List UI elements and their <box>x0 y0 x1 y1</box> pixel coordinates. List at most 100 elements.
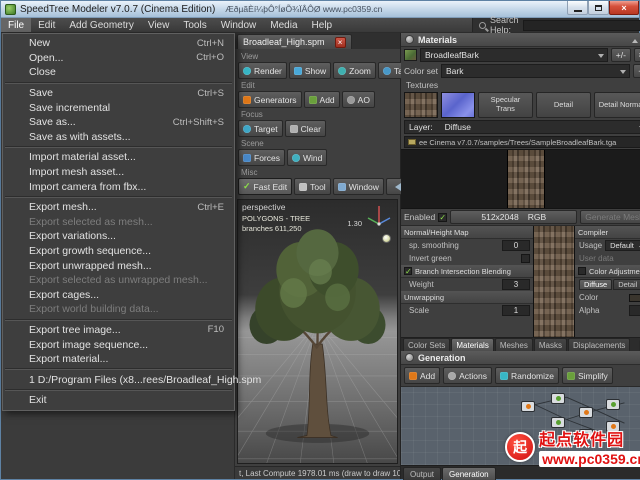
tool-button[interactable]: Tool <box>294 178 331 195</box>
tab-meshes[interactable]: Meshes <box>494 338 533 351</box>
search-input[interactable] <box>522 19 640 31</box>
color-adjustment-checkbox[interactable] <box>578 267 586 275</box>
generation-header[interactable]: Generation <box>401 351 640 365</box>
menu-item-export-unwrapped-mesh[interactable]: Export unwrapped mesh... <box>3 258 234 273</box>
tab-generation[interactable]: Generation <box>442 467 496 480</box>
menu-item-import-camera-fbx[interactable]: Import camera from fbx... <box>3 179 234 194</box>
menu-item-export-material[interactable]: Export material... <box>3 352 234 367</box>
menu-item-save-incremental[interactable]: Save incremental <box>3 100 234 115</box>
color-set-dropdown[interactable]: Bark <box>441 63 630 78</box>
menu-item-import-material-asset[interactable]: Import material asset... <box>3 150 234 165</box>
layer-dropdown[interactable]: Layer: Diffuse <box>404 120 640 134</box>
menu-item-export-variations[interactable]: Export variations... <box>3 229 234 244</box>
menu-item-import-mesh-asset[interactable]: Import mesh asset... <box>3 165 234 180</box>
menu-item-exit[interactable]: Exit <box>3 393 234 408</box>
menu-item-save-as[interactable]: Save as... Ctrl+Shift+S <box>3 115 234 130</box>
normal-height-header[interactable]: Normal/Height Map <box>401 226 533 239</box>
color-swatch[interactable] <box>628 293 640 302</box>
gen-simplify-button[interactable]: Simplify <box>562 367 613 384</box>
menu-item-save-as-with-assets[interactable]: Save as with assets... <box>3 130 234 145</box>
menu-item-export-image-sequence[interactable]: Export image sequence... <box>3 337 234 352</box>
window-button[interactable]: Window <box>332 178 384 195</box>
tab-materials[interactable]: Materials <box>451 338 494 351</box>
menu-media[interactable]: Media <box>263 18 304 32</box>
menu-window[interactable]: Window <box>214 18 264 32</box>
resolution-button[interactable]: 512x2048 RGB <box>450 210 578 224</box>
gen-add-button[interactable]: Add <box>404 367 441 384</box>
menu-item-new[interactable]: New Ctrl+N <box>3 36 234 51</box>
tab-close-button[interactable]: × <box>334 36 346 48</box>
alpha-input[interactable] <box>628 305 640 316</box>
menu-add-geometry[interactable]: Add Geometry <box>62 18 140 32</box>
menu-item-open[interactable]: Open... Ctrl+O <box>3 51 234 66</box>
show-button[interactable]: Show <box>288 62 332 79</box>
document-tab[interactable]: Broadleaf_High.spm × <box>237 34 352 49</box>
enabled-checkbox[interactable]: ✓ <box>438 212 448 222</box>
scale-input[interactable]: 1 <box>502 305 530 316</box>
tab-masks[interactable]: Masks <box>533 338 567 351</box>
menu-file[interactable]: File <box>1 18 32 32</box>
menu-view[interactable]: View <box>141 18 177 32</box>
material-dropdown[interactable]: BroadleafBark <box>420 48 608 62</box>
minimize-button[interactable] <box>567 1 588 15</box>
add-button[interactable]: Add <box>303 91 340 108</box>
graph-node[interactable] <box>579 407 593 418</box>
color-adjustment-header[interactable]: Color Adjustment <box>575 265 640 278</box>
menu-item-export-cages[interactable]: Export cages... <box>3 288 234 303</box>
menu-tools[interactable]: Tools <box>176 18 213 32</box>
materials-header[interactable]: Materials <box>401 33 640 47</box>
zoom-button[interactable]: Zoom <box>333 62 376 79</box>
invert-green-checkbox[interactable] <box>521 254 530 263</box>
smoothing-input[interactable]: 0 <box>502 240 530 251</box>
fast-edit-button[interactable]: ✓ Fast Edit <box>238 178 293 195</box>
graph-node[interactable] <box>551 393 565 404</box>
menu-item-export-tree-image[interactable]: Export tree image... F10 <box>3 323 234 338</box>
bib-checkbox[interactable]: ✓ <box>404 267 412 276</box>
diffuse-tab[interactable]: Diffuse <box>579 279 613 290</box>
light-icon[interactable] <box>382 234 391 243</box>
focus-clear-button[interactable]: Clear <box>284 120 326 137</box>
menu-item-close[interactable]: Close <box>3 65 234 80</box>
gen-actions-button[interactable]: Actions <box>443 367 492 384</box>
generators-button[interactable]: Generators <box>238 91 302 108</box>
menu-item-export-growth-sequence[interactable]: Export growth sequence... <box>3 244 234 259</box>
remove-color-set-button[interactable]: − <box>632 63 640 78</box>
focus-target-button[interactable]: Target <box>238 120 283 137</box>
material-list-button[interactable]: ≡ <box>633 48 640 62</box>
add-remove-material-button[interactable]: +/- <box>610 48 631 62</box>
render-button[interactable]: Render <box>238 62 287 79</box>
usage-dropdown[interactable]: Default <box>605 240 640 251</box>
forces-button[interactable]: Forces <box>238 149 285 166</box>
close-button[interactable]: × <box>609 1 639 15</box>
gen-randomize-button[interactable]: Randomize <box>495 367 559 384</box>
title-bar[interactable]: SpeedTree Modeler v7.0.7 (Cinema Edition… <box>1 1 639 18</box>
tab-displacements[interactable]: Displacements <box>567 338 631 351</box>
tab-output[interactable]: Output <box>403 467 442 480</box>
wind-button[interactable]: Wind <box>286 149 328 166</box>
detail-normal-button[interactable]: Detail Normal <box>593 92 640 118</box>
texture-path-row[interactable]: ee Cinema v7.0.7/samples/Trees/SampleBro… <box>404 136 640 148</box>
menu-help[interactable]: Help <box>305 18 340 32</box>
maximize-button[interactable] <box>588 1 609 15</box>
specular-trans-button[interactable]: Specular Trans <box>478 92 533 118</box>
menu-item-export-mesh[interactable]: Export mesh... Ctrl+E <box>3 200 234 215</box>
texture-preview[interactable] <box>401 149 640 209</box>
tab-color-sets[interactable]: Color Sets <box>403 338 451 351</box>
graph-node[interactable] <box>606 399 620 410</box>
menu-item-save[interactable]: Save Ctrl+S <box>3 86 234 101</box>
menu-item-recent-file[interactable]: 1 D:/Program Files (x8...rees/Broadleaf_… <box>3 372 261 387</box>
menu-edit[interactable]: Edit <box>31 18 62 32</box>
branch-intersection-header[interactable]: ✓ Branch Intersection Blending <box>401 265 533 278</box>
normal-texture-thumb[interactable] <box>441 92 475 118</box>
weight-input[interactable]: 3 <box>502 279 530 290</box>
detail-button[interactable]: Detail <box>535 92 591 118</box>
ao-button[interactable]: AO <box>341 91 375 108</box>
detail-tab[interactable]: Detail <box>613 279 640 290</box>
compiler-header[interactable]: Compiler <box>575 226 640 239</box>
diffuse-texture-thumb[interactable] <box>404 92 438 118</box>
graph-node[interactable] <box>521 401 535 412</box>
unwrapping-header[interactable]: Unwrapping <box>401 291 533 304</box>
axis-gizmo[interactable] <box>364 203 394 229</box>
viewport[interactable]: perspective POLYGONS - TREE branches 611… <box>237 199 398 464</box>
chevron-up-icon[interactable] <box>631 36 638 43</box>
